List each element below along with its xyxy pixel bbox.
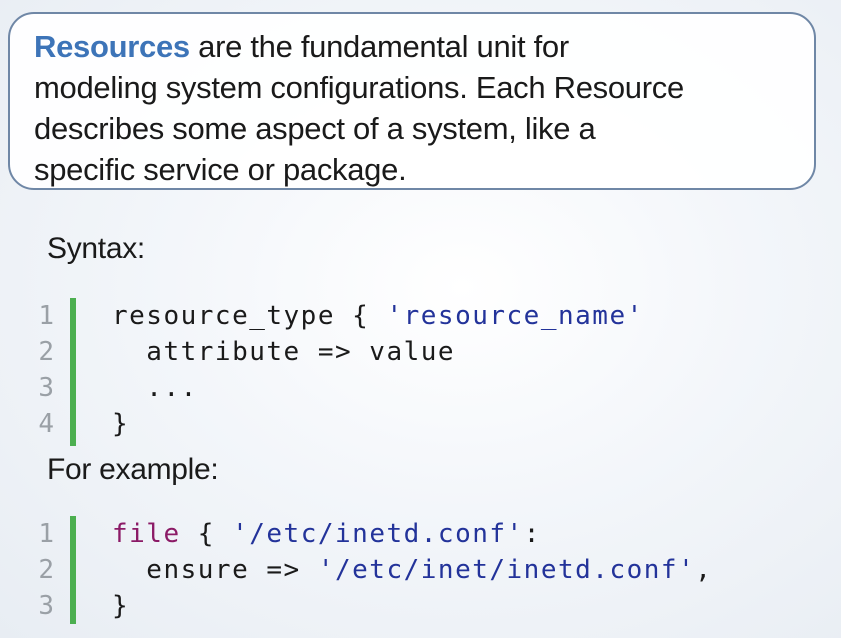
definition-line-3: describes some aspect of a system, like … [34, 111, 596, 146]
code-text: ... [112, 370, 198, 406]
code-text: } [112, 588, 129, 624]
definition-line-2: modeling system configurations. Each Res… [34, 70, 684, 105]
example-heading: For example: [47, 453, 219, 486]
resources-term: Resources [34, 29, 190, 64]
definition-callout: Resources are the fundamental unit for m… [8, 12, 816, 190]
line-number: 2 [38, 555, 54, 585]
code-token-plain: resource_type { [112, 301, 387, 331]
example-gutter-bar [70, 516, 76, 624]
code-text: ensure => '/etc/inet/inetd.conf', [112, 552, 712, 588]
code-token-plain: ... [112, 373, 198, 403]
syntax-gutter-bar [70, 298, 76, 446]
code-token-plain: ensure => [112, 555, 318, 585]
code-token-str: '/etc/inetd.conf' [232, 519, 524, 549]
line-number: 3 [38, 373, 54, 403]
code-text: file { '/etc/inetd.conf': [112, 516, 541, 552]
line-number: 1 [38, 301, 54, 331]
code-token-str: '/etc/inet/inetd.conf' [317, 555, 696, 585]
code-token-plain: } [112, 591, 130, 621]
syntax-heading: Syntax: [47, 232, 145, 265]
code-text: resource_type { 'resource_name' [112, 298, 644, 334]
code-token-str: 'resource_name' [386, 301, 644, 331]
line-number: 1 [38, 519, 54, 549]
code-token-plain: } [112, 409, 130, 439]
line-number: 3 [38, 591, 54, 621]
definition-line-4: specific service or package. [34, 152, 407, 187]
code-token-plain: { [180, 519, 233, 549]
code-token-kw: file [112, 519, 181, 549]
definition-text-1: are the fundamental unit for [189, 29, 569, 64]
code-token-plain: : [523, 519, 541, 549]
code-token-plain: attribute => value [112, 337, 456, 367]
code-token-plain: , [695, 555, 713, 585]
definition-line-1: Resources are the fundamental unit for [34, 26, 794, 67]
line-number: 2 [38, 337, 54, 367]
code-text: attribute => value [112, 334, 455, 370]
code-text: } [112, 406, 129, 442]
line-number: 4 [38, 409, 54, 439]
